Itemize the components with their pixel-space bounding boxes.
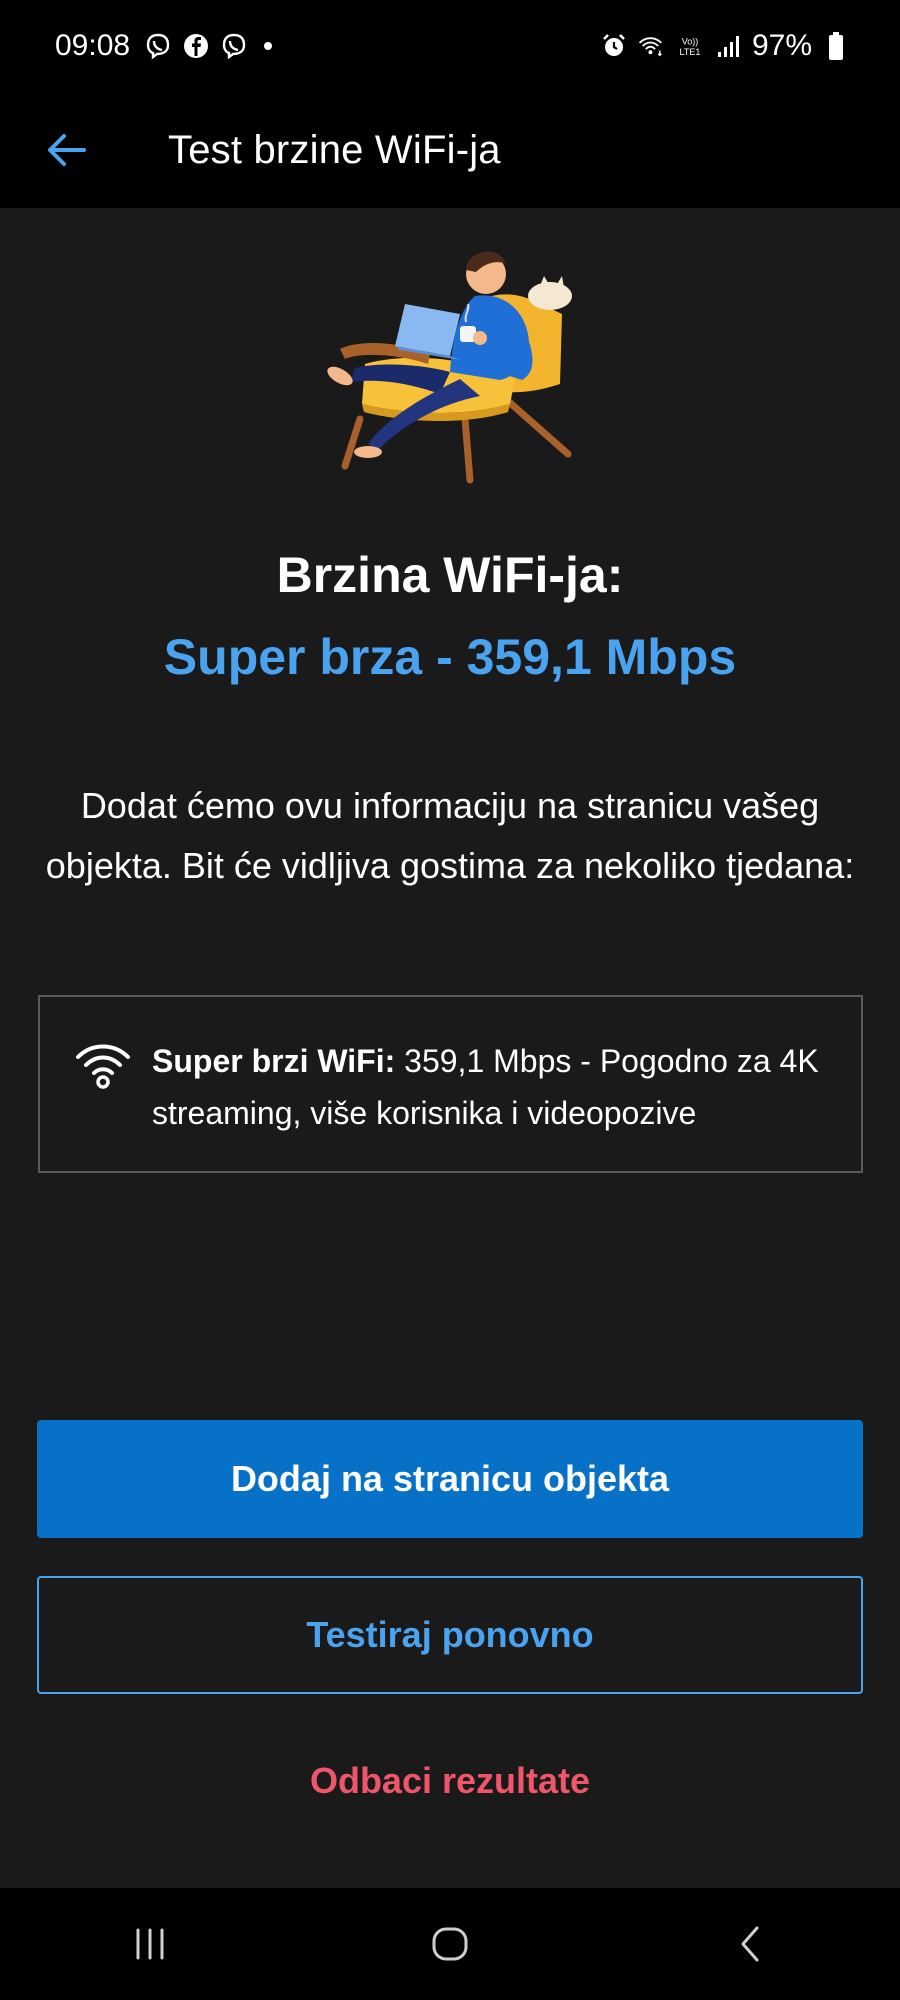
arrow-left-icon xyxy=(48,134,86,166)
battery-icon xyxy=(822,32,850,60)
speed-heading: Brzina WiFi-ja: xyxy=(276,547,624,603)
back-button[interactable] xyxy=(26,110,106,190)
wifi-6-icon xyxy=(638,32,666,60)
wifi-icon xyxy=(76,1044,130,1089)
home-button[interactable] xyxy=(405,1904,495,1984)
svg-text:Vo)): Vo)) xyxy=(682,36,699,46)
signal-icon xyxy=(714,32,742,60)
recent-apps-icon xyxy=(136,1928,164,1960)
notification-dot xyxy=(264,42,273,50)
info-text: Dodat ćemo ovu informaciju na stranicu v… xyxy=(45,785,855,886)
nav-back-button[interactable] xyxy=(705,1904,795,1984)
app-bar: Test brzine WiFi-ja xyxy=(0,92,900,208)
speed-value: Super brza - 359,1 Mbps xyxy=(163,629,737,685)
system-nav-bar xyxy=(0,1888,900,2000)
wifi-info-text: Super brzi WiFi: 359,1 Mbps - Pogodno za… xyxy=(152,1035,832,1139)
viber-icon xyxy=(220,32,248,60)
svg-text:LTE1: LTE1 xyxy=(679,47,700,57)
alarm-icon xyxy=(600,32,628,60)
discard-results-button[interactable]: Odbaci rezultate xyxy=(0,1760,900,1802)
wifi-info-box: Super brzi WiFi: 359,1 Mbps - Pogodno za… xyxy=(38,995,863,1173)
back-icon xyxy=(741,1926,759,1962)
test-again-button[interactable]: Testiraj ponovno xyxy=(37,1576,863,1694)
status-right: Vo)) LTE1 97% xyxy=(600,29,850,63)
recent-apps-button[interactable] xyxy=(105,1904,195,1984)
status-time: 09:08 xyxy=(55,29,131,62)
page-title: Test brzine WiFi-ja xyxy=(168,127,501,172)
home-icon xyxy=(432,1927,468,1961)
viber-icon xyxy=(144,32,172,60)
person-in-armchair-illustration xyxy=(300,244,600,494)
status-bar: 09:08 Vo)) LTE1 97% xyxy=(0,0,900,92)
volte-lte-icon: Vo)) LTE1 xyxy=(676,32,704,60)
facebook-icon xyxy=(182,32,210,60)
battery-percent: 97% xyxy=(751,29,812,62)
add-to-property-page-button[interactable]: Dodaj na stranicu objekta xyxy=(37,1420,863,1538)
wifi-info-label: Super brzi WiFi: xyxy=(152,1043,396,1079)
status-left: 09:08 xyxy=(55,29,273,63)
screen: 09:08 Vo)) LTE1 97% Test brzine WiFi-ja … xyxy=(0,0,900,2000)
